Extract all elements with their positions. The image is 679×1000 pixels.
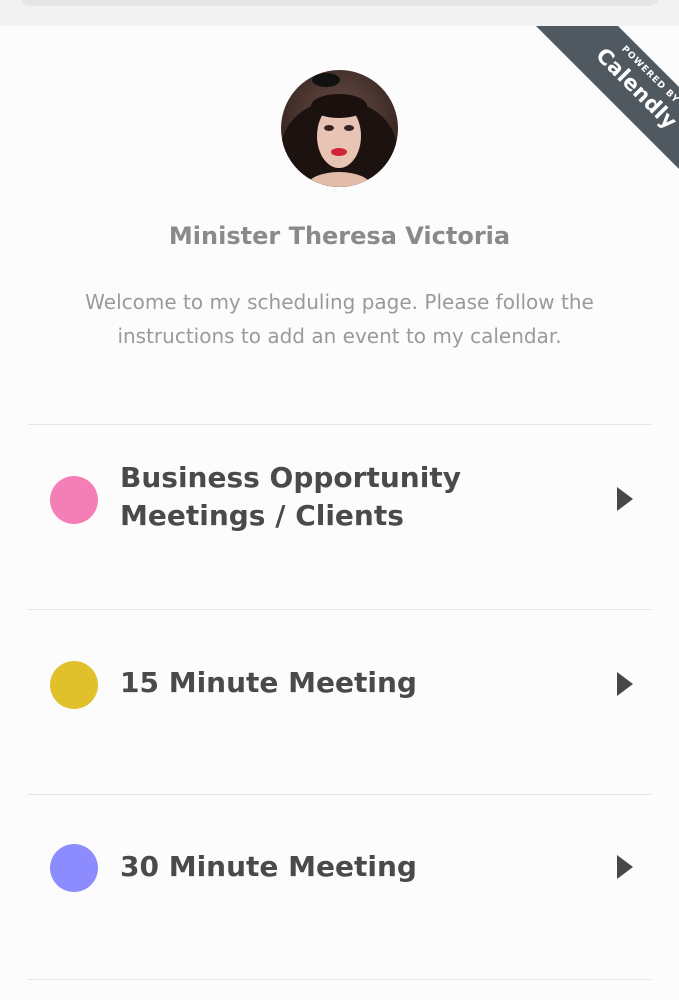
profile-photo	[281, 70, 398, 187]
event-type-30-minute[interactable]: 30 Minute Meeting	[28, 795, 651, 979]
chevron-right-icon	[617, 855, 633, 879]
calendly-brand-label: Calendly	[591, 43, 679, 134]
event-title: 30 Minute Meeting	[120, 850, 417, 883]
url-field[interactable]	[20, 0, 659, 6]
event-color-dot	[50, 661, 98, 709]
event-type-business-opportunity[interactable]: Business Opportunity Meetings / Clients	[28, 425, 651, 609]
divider	[28, 979, 651, 980]
powered-by-ribbon[interactable]: POWERED BY Calendly	[509, 26, 679, 196]
chevron-right-icon	[617, 487, 633, 511]
event-type-15-minute[interactable]: 15 Minute Meeting	[28, 610, 651, 794]
browser-address-bar	[0, 0, 679, 27]
chevron-right-icon	[617, 672, 633, 696]
scheduling-page: POWERED BY Calendly Minister Theresa Vic…	[0, 26, 679, 1000]
welcome-message: Welcome to my scheduling page. Please fo…	[85, 290, 594, 348]
event-title: 15 Minute Meeting	[120, 666, 417, 699]
avatar	[281, 70, 398, 187]
calendly-badge[interactable]: POWERED BY Calendly	[529, 26, 679, 196]
event-color-dot	[50, 844, 98, 892]
owner-name: Minister Theresa Victoria	[168, 222, 511, 250]
event-color-dot	[50, 476, 98, 524]
event-title: Business Opportunity Meetings / Clients	[120, 461, 461, 532]
